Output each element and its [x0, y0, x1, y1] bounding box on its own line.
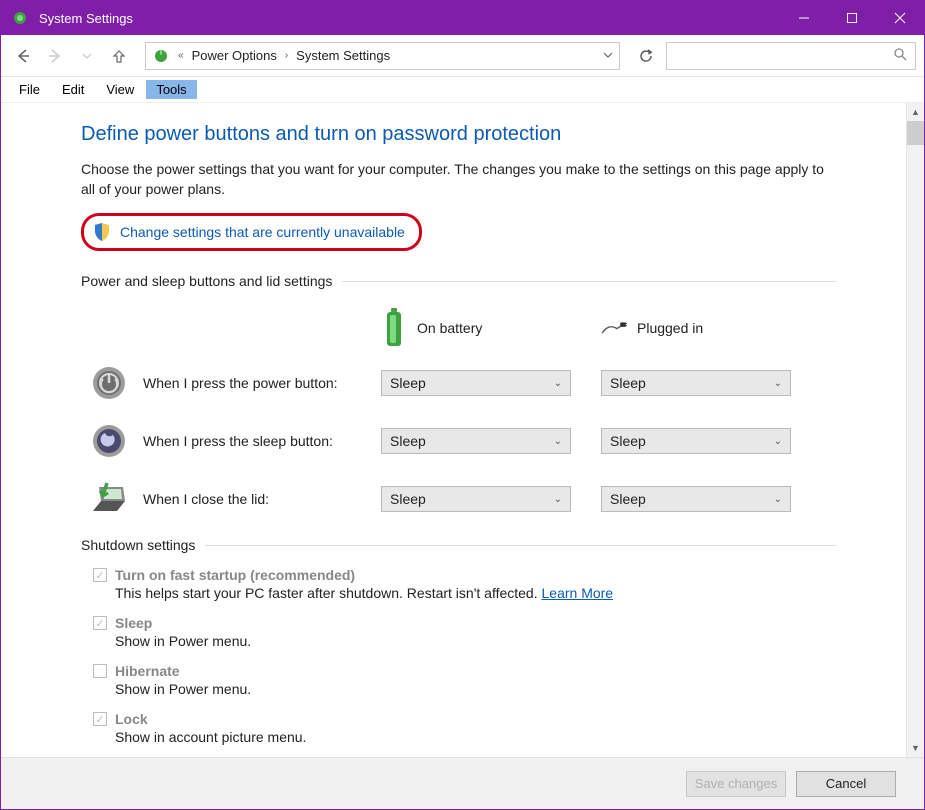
titlebar: System Settings [1, 1, 924, 35]
divider [205, 545, 836, 546]
option-title: Turn on fast startup (recommended) [115, 567, 355, 583]
row-label: When I close the lid: [143, 491, 269, 507]
bottom-bar: Save changes Cancel [1, 757, 924, 809]
lid-icon [89, 479, 129, 519]
option-desc: Show in Power menu. [115, 681, 836, 697]
column-label: Plugged in [637, 320, 703, 336]
sleep-checkbox[interactable]: ✓ [93, 616, 107, 630]
menu-view[interactable]: View [96, 80, 144, 99]
chevron-right-icon: › [285, 50, 288, 61]
lock-checkbox[interactable]: ✓ [93, 712, 107, 726]
scroll-thumb[interactable] [907, 121, 924, 145]
navbar: « Power Options › System Settings [1, 35, 924, 77]
menu-file[interactable]: File [9, 80, 50, 99]
faststartup-checkbox[interactable]: ✓ [93, 568, 107, 582]
lid-plugged-select[interactable]: Sleep⌄ [601, 486, 791, 512]
content-area: Define power buttons and turn on passwor… [1, 103, 924, 757]
column-battery: On battery [381, 303, 571, 353]
maximize-button[interactable] [828, 1, 876, 35]
power-button-row: When I press the power button: Sleep⌄ Sl… [81, 363, 836, 403]
change-settings-link[interactable]: Change settings that are currently unava… [120, 224, 405, 240]
row-label: When I press the power button: [143, 375, 338, 391]
sleep-option: ✓ Sleep Show in Power menu. [93, 615, 836, 649]
hibernate-checkbox[interactable] [93, 664, 107, 678]
shield-icon [92, 222, 112, 242]
lid-battery-select[interactable]: Sleep⌄ [381, 486, 571, 512]
power-battery-select[interactable]: Sleep⌄ [381, 370, 571, 396]
section-title: Power and sleep buttons and lid settings [81, 273, 332, 289]
scroll-down-button[interactable]: ▼ [907, 739, 924, 757]
menubar: File Edit View Tools [1, 77, 924, 103]
search-icon [893, 47, 907, 64]
recent-locations-button[interactable] [73, 42, 101, 70]
sleep-plugged-select[interactable]: Sleep⌄ [601, 428, 791, 454]
column-label: On battery [417, 320, 482, 336]
chevron-down-icon: ⌄ [774, 378, 782, 389]
option-desc: This helps start your PC faster after sh… [115, 585, 836, 601]
power-button-icon [89, 363, 129, 403]
menu-tools[interactable]: Tools [146, 80, 196, 99]
option-desc: Show in account picture menu. [115, 729, 836, 745]
refresh-button[interactable] [630, 42, 662, 70]
up-button[interactable] [105, 42, 133, 70]
breadcrumb-segment[interactable]: Power Options [192, 48, 277, 63]
change-settings-highlight: Change settings that are currently unava… [81, 213, 422, 251]
shutdown-section-header: Shutdown settings [81, 537, 836, 553]
battery-icon [381, 303, 407, 353]
option-title: Lock [115, 711, 148, 727]
chevron-down-icon[interactable] [603, 48, 613, 63]
forward-button[interactable] [41, 42, 69, 70]
cancel-button[interactable]: Cancel [796, 771, 896, 797]
section-title: Shutdown settings [81, 537, 195, 553]
chevron-down-icon: ⌄ [554, 378, 562, 389]
save-button[interactable]: Save changes [686, 771, 786, 797]
sleep-button-row: When I press the sleep button: Sleep⌄ Sl… [81, 421, 836, 461]
address-bar[interactable]: « Power Options › System Settings [145, 42, 620, 70]
back-button[interactable] [9, 42, 37, 70]
close-button[interactable] [876, 1, 924, 35]
option-desc: Show in Power menu. [115, 633, 836, 649]
chevron-down-icon: ⌄ [554, 436, 562, 447]
option-title: Hibernate [115, 663, 180, 679]
app-icon [11, 9, 29, 27]
power-plugged-select[interactable]: Sleep⌄ [601, 370, 791, 396]
page-heading: Define power buttons and turn on passwor… [81, 123, 836, 146]
lid-row: When I close the lid: Sleep⌄ Sleep⌄ [81, 479, 836, 519]
window-title: System Settings [39, 11, 133, 26]
breadcrumb-segment[interactable]: System Settings [296, 48, 390, 63]
divider [342, 281, 836, 282]
scroll-up-button[interactable]: ▲ [907, 103, 924, 121]
chevron-down-icon: ⌄ [774, 494, 782, 505]
chevron-down-icon: ⌄ [774, 436, 782, 447]
plug-icon [601, 303, 627, 353]
search-input[interactable] [666, 42, 916, 70]
page-content: Define power buttons and turn on passwor… [1, 103, 906, 757]
page-description: Choose the power settings that you want … [81, 160, 836, 199]
faststartup-option: ✓ Turn on fast startup (recommended) Thi… [93, 567, 836, 601]
power-sleep-section-header: Power and sleep buttons and lid settings [81, 273, 836, 289]
window: System Settings « Power Options › System… [0, 0, 925, 810]
chevron-down-icon: ⌄ [554, 494, 562, 505]
breadcrumb-prefix: « [178, 50, 184, 61]
option-title: Sleep [115, 615, 152, 631]
learn-more-link[interactable]: Learn More [542, 585, 614, 601]
sleep-battery-select[interactable]: Sleep⌄ [381, 428, 571, 454]
sleep-button-icon [89, 421, 129, 461]
lock-option: ✓ Lock Show in account picture menu. [93, 711, 836, 745]
addressbar-icon [152, 47, 170, 65]
menu-edit[interactable]: Edit [52, 80, 94, 99]
row-label: When I press the sleep button: [143, 433, 333, 449]
hibernate-option: Hibernate Show in Power menu. [93, 663, 836, 697]
vertical-scrollbar[interactable]: ▲ ▼ [906, 103, 924, 757]
minimize-button[interactable] [780, 1, 828, 35]
column-headers: On battery Plugged in [81, 303, 836, 353]
column-plugged: Plugged in [601, 303, 791, 353]
